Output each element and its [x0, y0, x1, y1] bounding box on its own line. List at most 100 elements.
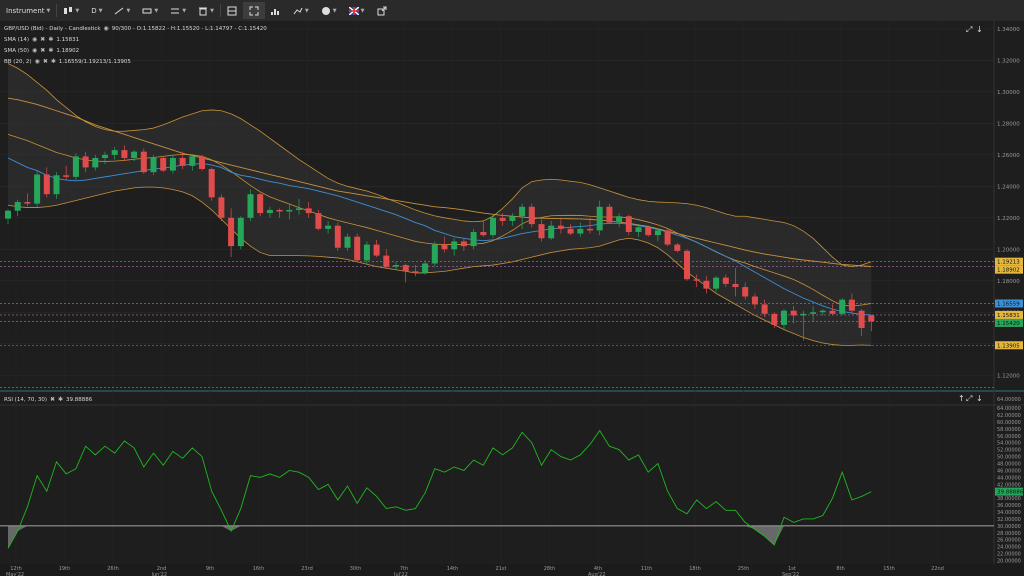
rsi-tick-label: 60.00000: [997, 420, 1021, 426]
candle-body: [781, 310, 787, 325]
candle-body: [53, 175, 60, 195]
draw-button[interactable]: ▼: [287, 2, 315, 19]
month-label: Sep'22: [782, 572, 799, 576]
arrow-down-icon[interactable]: ↓: [976, 25, 983, 34]
price-tick-label: 1.34000: [997, 27, 1020, 33]
rsi-tick-label: 30.00000: [997, 524, 1021, 530]
candles-button[interactable]: ▼: [57, 2, 85, 19]
rsi-tick-label: 32.00000: [997, 517, 1021, 523]
chart-area[interactable]: 1.34000 1.32000 1.30000 1.28000 1.26000 1.240…: [0, 21, 1024, 576]
chevron-down-icon: ▼: [360, 7, 365, 14]
instrument-menu[interactable]: Instrument ▼: [0, 2, 56, 19]
candle-body: [810, 312, 817, 314]
close-icon[interactable]: ✖: [43, 58, 48, 65]
legend-bb-value: 1.16559/1.19213/1.13905: [58, 58, 131, 65]
rsi-tick-label: 38.00000: [997, 496, 1021, 502]
candle-body: [732, 283, 739, 288]
layout-button[interactable]: [221, 2, 243, 19]
layout-icon: [227, 6, 237, 15]
candle-body: [334, 225, 341, 248]
rsi-tick-label: 56.00000: [997, 434, 1021, 440]
candle-body: [490, 217, 496, 236]
ruler-button[interactable]: ▼: [136, 2, 164, 19]
gear-icon[interactable]: ✱: [51, 58, 56, 65]
gear-icon[interactable]: ✱: [58, 396, 63, 403]
toolbar: Instrument ▼ ▼ D ▼ ▼ ▼ ▼ ▼ ▼ ▼ ▼: [0, 0, 1024, 22]
candle-body: [848, 299, 855, 311]
x-tick-label: 30th: [350, 566, 362, 572]
eye-icon[interactable]: ◉: [35, 58, 40, 65]
share-button[interactable]: [371, 2, 393, 19]
chevron-down-icon: ▼: [210, 7, 214, 14]
candle-body: [402, 265, 409, 272]
close-icon[interactable]: ✖: [50, 396, 55, 403]
arrow-down-icon[interactable]: ↓: [976, 394, 983, 403]
rsi-tick-label: 26.00000: [997, 538, 1021, 544]
close-icon[interactable]: ✖: [40, 47, 45, 54]
gear-icon[interactable]: ✱: [48, 47, 53, 54]
candle-body: [722, 277, 729, 284]
price-value-tag-label: 1.13905: [997, 343, 1020, 349]
x-tick-label: 11th: [641, 566, 653, 572]
gear-icon[interactable]: ✱: [48, 36, 53, 43]
candle-body: [713, 277, 720, 289]
candle-body: [868, 315, 875, 322]
rsi-tick-label: 24.00000: [997, 545, 1021, 551]
candle-body: [499, 217, 506, 221]
expand-icon[interactable]: ⤢: [966, 394, 972, 404]
arrow-up-icon[interactable]: ↑: [958, 394, 965, 403]
price-value-tag-label: 1.15420: [997, 321, 1020, 327]
rsi-tick-label: 22.00000: [997, 552, 1021, 558]
draw-icon: [293, 7, 303, 14]
candle-body: [839, 299, 846, 314]
rsi-tick-label: 28.00000: [997, 531, 1021, 537]
candle-body: [169, 157, 176, 171]
x-tick-label: 26th: [107, 566, 119, 572]
flag-icon: [348, 6, 359, 15]
compare-icon: [171, 8, 180, 13]
color-button[interactable]: ▼: [315, 2, 343, 19]
rsi-tick-label: 20.00000: [997, 559, 1021, 565]
rsi-tick-label: 50.00000: [997, 455, 1021, 461]
candle-body: [460, 241, 467, 247]
eye-icon[interactable]: ◉: [32, 36, 37, 43]
candle-body: [344, 236, 351, 248]
eye-icon[interactable]: ◉: [32, 47, 37, 54]
candle-body: [693, 279, 700, 281]
x-tick-label: 18th: [689, 566, 701, 572]
trash-button[interactable]: ▼: [192, 2, 220, 19]
rsi-value-tag-label: 39.88886: [997, 490, 1024, 496]
x-tick-label: 19th: [59, 566, 71, 572]
trendline-icon: [115, 7, 124, 14]
candle-body: [548, 225, 555, 239]
candle-body: [829, 310, 836, 314]
timeframe-menu[interactable]: D ▼: [85, 2, 108, 19]
candle-body: [150, 157, 157, 173]
price-tick-label: 1.22000: [997, 216, 1020, 222]
flag-button[interactable]: ▼: [343, 2, 371, 19]
share-icon: [377, 6, 386, 15]
chevron-down-icon: ▼: [75, 7, 80, 14]
chevron-down-icon: ▼: [154, 7, 159, 14]
fullscreen-button[interactable]: [242, 2, 265, 19]
compare-button[interactable]: ▼: [164, 2, 192, 19]
trendline-button[interactable]: ▼: [108, 2, 136, 19]
candle-body: [218, 197, 225, 218]
candles-icon: [64, 6, 73, 14]
candle-body: [703, 280, 710, 289]
candle-body: [625, 216, 632, 232]
legend-main-stats: 90/300 - O:1.15822 - H:1.15520 - L:1.147…: [111, 25, 267, 32]
x-tick-label: 25th: [738, 566, 750, 572]
chart-type-button[interactable]: [265, 2, 287, 19]
close-icon[interactable]: ✖: [40, 36, 45, 43]
candle-body: [43, 174, 50, 195]
candle-body: [383, 255, 390, 267]
candle-body: [296, 208, 302, 210]
eye-icon[interactable]: ◉: [104, 25, 109, 32]
x-tick-label: 22nd: [931, 566, 944, 572]
candle-body: [111, 150, 118, 155]
rsi-tick-label: 52.00000: [997, 448, 1021, 454]
candle-body: [121, 150, 128, 158]
expand-icon[interactable]: ⤢: [966, 25, 972, 35]
legend-sma14-label: SMA (14): [4, 36, 30, 43]
